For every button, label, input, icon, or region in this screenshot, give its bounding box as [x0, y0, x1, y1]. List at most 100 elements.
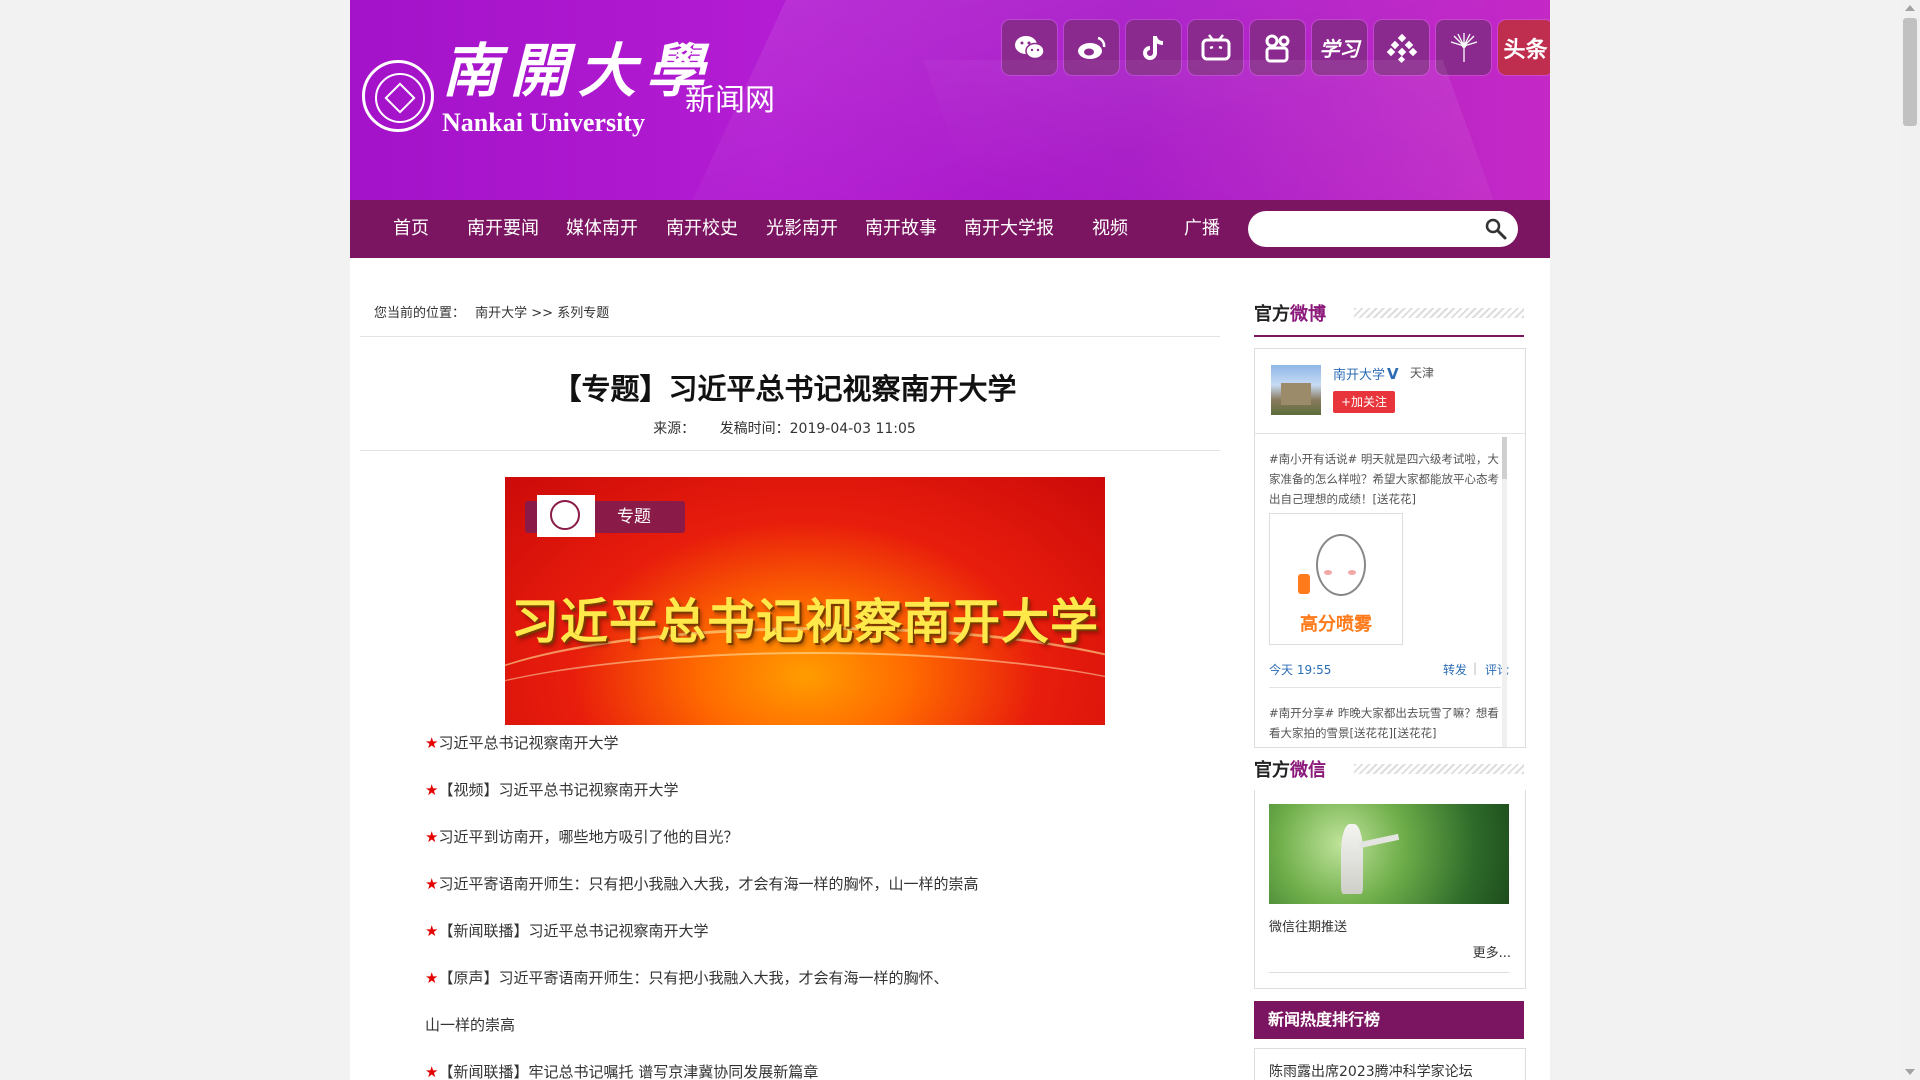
nav-item-video[interactable]: 视频: [1092, 200, 1128, 258]
article-date: 发稿时间：2019-04-03 11:05: [719, 421, 916, 437]
repost-link[interactable]: 转发: [1443, 661, 1467, 678]
article-link[interactable]: ★习近平总书记视察南开大学: [425, 732, 618, 753]
statue-arm: [1358, 833, 1400, 849]
article-link-text[interactable]: 习近平寄语南开师生：只有把小我融入大我，才会有海一样的胸怀，山一样的崇高: [438, 875, 978, 893]
verified-badge-icon: V: [1387, 365, 1399, 383]
university-seal-logo[interactable]: [362, 60, 434, 132]
weibo-icon[interactable]: [1064, 20, 1119, 75]
page-container: 南開大學 Nankai University 新闻网 学习 头条 首页 南开要闻…: [350, 0, 1550, 1080]
weibo-avatar[interactable]: [1271, 365, 1321, 415]
breadcrumb-prefix: 您当前的位置：: [374, 306, 466, 321]
wechat-heading-prefix: 官方: [1254, 760, 1290, 781]
nav-item-university-paper[interactable]: 南开大学报: [964, 200, 1054, 258]
ranking-item[interactable]: 陈雨露出席2023腾冲科学家论坛: [1269, 1061, 1473, 1080]
breadcrumb-path[interactable]: 南开大学 >> 系列专题: [475, 306, 609, 321]
wechat-section-heading: 官方微信: [1254, 756, 1524, 781]
title-divider: [360, 450, 1220, 451]
nav-item-media-nankai[interactable]: 媒体南开: [566, 200, 638, 258]
banner-title: 习近平总书记视察南开大学: [510, 594, 1099, 650]
article-link[interactable]: ★【原声】习近平寄语南开师生：只有把小我融入大我，才会有海一样的胸怀、: [425, 967, 948, 988]
breadcrumb: 您当前的位置： 南开大学 >> 系列专题: [374, 302, 615, 321]
scrollbar-thumb[interactable]: [1903, 18, 1917, 126]
scroll-down-arrow-icon[interactable]: [1905, 1069, 1915, 1075]
search-input[interactable]: [1262, 215, 1476, 245]
article-link-continuation[interactable]: 山一样的崇高: [425, 1014, 515, 1035]
weibo-post-time[interactable]: 今天 19:55: [1269, 661, 1331, 678]
weibo-post-image-caption: 高分喷雾: [1300, 614, 1372, 635]
article-link[interactable]: ★习近平到访南开，哪些地方吸引了他的目光？: [425, 826, 738, 847]
weibo-post-text: #南小开有话说# 明天就是四六级考试啦，大家准备的怎么样啦？希望大家都能放平心态…: [1269, 452, 1499, 506]
article-title: 【专题】习近平总书记视察南开大学: [552, 372, 1017, 406]
weibo-heading-prefix: 官方: [1254, 304, 1290, 325]
wechat-more-link[interactable]: 更多...: [1473, 942, 1511, 961]
article-link-text[interactable]: 【新闻联播】习近平总书记视察南开大学: [438, 922, 708, 940]
cartoon-cheek: [1324, 570, 1332, 575]
nav-item-nankai-stories[interactable]: 南开故事: [865, 200, 937, 258]
weibo-post-image[interactable]: 高分喷雾: [1269, 513, 1403, 645]
breadcrumb-divider: [360, 336, 1220, 337]
article-banner-image: 专题 习近平总书记视察南开大学: [505, 477, 1105, 725]
article-link-text[interactable]: 习近平总书记视察南开大学: [438, 734, 618, 752]
logo-site-subtitle[interactable]: 新闻网: [685, 75, 775, 119]
nav-item-school-history[interactable]: 南开校史: [666, 200, 738, 258]
toutiao-icon[interactable]: 头条: [1498, 20, 1550, 75]
xuexi-icon[interactable]: 学习: [1312, 20, 1367, 75]
kuaishou-icon[interactable]: [1250, 20, 1305, 75]
weibo-feed-scrollbar[interactable]: [1502, 437, 1507, 747]
news-ranking-list: 陈雨露出席2023腾冲科学家论坛: [1254, 1048, 1526, 1080]
logo-chinese-name[interactable]: 南開大學: [442, 36, 714, 106]
star-icon: ★: [425, 828, 439, 846]
nav-item-nankai-news[interactable]: 南开要闻: [467, 200, 539, 258]
article-link-text[interactable]: 【原声】习近平寄语南开师生：只有把小我融入大我，才会有海一样的胸怀、: [438, 969, 948, 987]
nav-item-radio[interactable]: 广播: [1184, 200, 1220, 258]
action-separator: |: [1473, 661, 1478, 675]
search-box: [1248, 211, 1518, 247]
article-link[interactable]: ★【新闻联播】牢记总书记嘱托 谱写京津冀协同发展新篇章: [425, 1061, 818, 1080]
douyin-icon[interactable]: [1126, 20, 1181, 75]
weibo-location: 天津: [1410, 366, 1435, 380]
statue-figure: [1341, 824, 1363, 894]
weibo-section-heading: 官方微博: [1254, 300, 1524, 325]
star-icon: ★: [425, 734, 439, 752]
wechat-divider: [1269, 972, 1509, 973]
article-meta: 来源： 发稿时间：2019-04-03 11:05: [350, 418, 1219, 438]
article-link[interactable]: ★【视频】习近平总书记视察南开大学: [425, 779, 678, 800]
weibo-divider: [1255, 433, 1525, 434]
star-icon: ★: [425, 922, 439, 940]
weibo-post-text: #南开分享# 昨晚大家都出去玩雪了嘛？想看看大家拍的雪景[送花花][送花花]: [1269, 706, 1499, 740]
article-link-text[interactable]: 习近平到访南开，哪些地方吸引了他的目光？: [438, 828, 738, 846]
network-icon[interactable]: [1374, 20, 1429, 75]
wechat-post-image[interactable]: [1269, 804, 1509, 904]
star-icon: ★: [425, 969, 439, 987]
dandelion-icon[interactable]: [1436, 20, 1491, 75]
cartoon-cheek: [1348, 570, 1356, 575]
banner-seal-logo: [537, 495, 595, 537]
wechat-heading-accent: 微信: [1290, 760, 1326, 781]
nav-item-home[interactable]: 首页: [393, 200, 429, 258]
site-header: 南開大學 Nankai University 新闻网 学习 头条: [350, 0, 1550, 200]
page-scrollbar[interactable]: [1900, 0, 1920, 1080]
article-source: 来源：: [653, 421, 696, 437]
article-link-text[interactable]: 【视频】习近平总书记视察南开大学: [438, 781, 678, 799]
spray-bottle: [1298, 574, 1310, 594]
scroll-up-arrow-icon[interactable]: [1905, 5, 1915, 11]
weibo-account-name[interactable]: 南开大学 V: [1333, 364, 1399, 383]
article-link[interactable]: ★【新闻联播】习近平总书记视察南开大学: [425, 920, 708, 941]
heading-stripes: [1354, 308, 1524, 318]
weibo-account-label[interactable]: 南开大学: [1333, 368, 1385, 383]
search-icon[interactable]: [1484, 217, 1508, 241]
logo-english-name[interactable]: Nankai University: [442, 108, 645, 138]
heading-stripes: [1354, 764, 1524, 774]
article-link-text[interactable]: 【新闻联播】牢记总书记嘱托 谱写京津冀协同发展新篇章: [438, 1063, 818, 1080]
wechat-caption[interactable]: 微信往期推送: [1269, 916, 1347, 935]
star-icon: ★: [425, 875, 439, 893]
wechat-icon[interactable]: [1002, 20, 1057, 75]
weibo-widget: 南开大学 V 天津 +加关注 #南小开有话说# 明天就是四六级考试啦，大家准备的怎…: [1254, 348, 1526, 748]
wechat-widget: 微信往期推送 更多...: [1254, 790, 1526, 989]
article-link[interactable]: ★习近平寄语南开师生：只有把小我融入大我，才会有海一样的胸怀，山一样的崇高: [425, 873, 978, 894]
follow-button[interactable]: +加关注: [1333, 391, 1395, 413]
bilibili-icon[interactable]: [1188, 20, 1243, 75]
banner-tag-text: 专题: [617, 507, 651, 527]
nav-item-photo-nankai[interactable]: 光影南开: [766, 200, 838, 258]
star-icon: ★: [425, 781, 439, 799]
